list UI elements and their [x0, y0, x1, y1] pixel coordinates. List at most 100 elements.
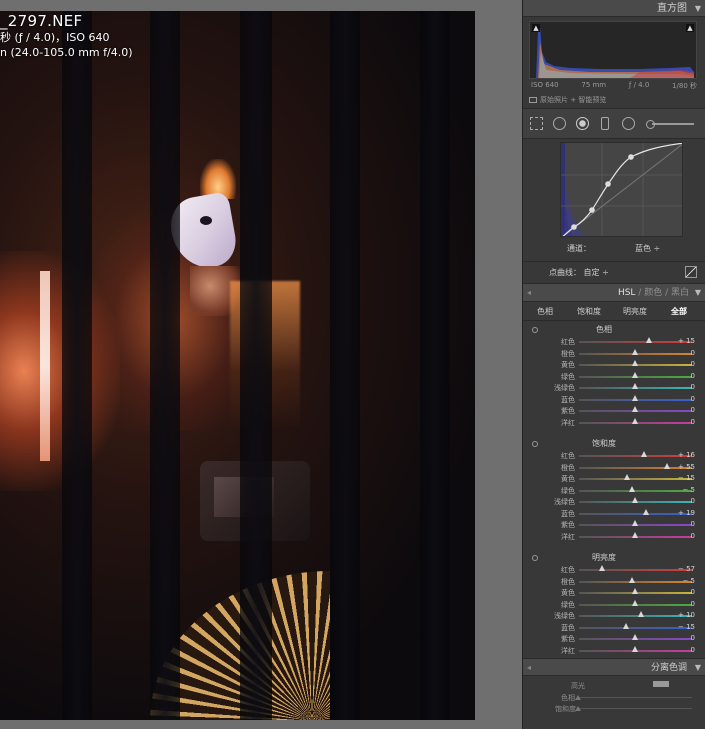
point-curve-dropdown[interactable]: 自定 ÷: [584, 268, 609, 277]
slider-thumb[interactable]: [632, 645, 638, 652]
slider-thumb[interactable]: [599, 565, 606, 571]
slider-value[interactable]: 0: [691, 395, 695, 403]
hsl-mode-bw[interactable]: 黑白: [671, 288, 689, 298]
slider-track[interactable]: [579, 455, 692, 457]
slider-value[interactable]: 0: [691, 360, 695, 368]
luminance-slider-aqua[interactable]: 浅绿色 + 10: [523, 610, 705, 622]
slider-thumb[interactable]: [632, 520, 638, 526]
hue-slider-magenta[interactable]: 洋红 0: [523, 417, 705, 429]
split-toning-header[interactable]: ◂ 分离色调 ▼: [523, 658, 705, 676]
tab-saturation[interactable]: 饱和度: [577, 302, 601, 321]
panel-pin-icon[interactable]: ◂: [527, 284, 531, 302]
hsl-mode-hsl[interactable]: HSL: [618, 288, 636, 298]
slider-value[interactable]: + 10: [678, 611, 695, 619]
slider-value[interactable]: 0: [691, 372, 695, 380]
slider-value[interactable]: − 57: [678, 565, 695, 573]
slider-thumb[interactable]: [632, 406, 638, 412]
slider-value[interactable]: 0: [691, 406, 695, 414]
saturation-slider-aqua[interactable]: 浅绿色 0: [523, 496, 705, 508]
photo-preview[interactable]: _2797.NEF 秒 (ƒ / 4.0)，ISO 640 n (24.0-10…: [0, 11, 475, 720]
slider-thumb[interactable]: [632, 348, 638, 355]
crop-tool-icon[interactable]: [529, 117, 543, 131]
slider-value[interactable]: 0: [691, 646, 695, 654]
slider-track[interactable]: [579, 478, 692, 480]
highlights-color-swatch[interactable]: [653, 681, 669, 687]
slider-track[interactable]: [579, 466, 692, 469]
shadow-clipping-icon[interactable]: ▲: [532, 24, 540, 32]
slider-track[interactable]: [579, 569, 692, 571]
histogram-header[interactable]: 直方图 ▼: [523, 0, 705, 17]
slider-thumb[interactable]: [624, 474, 631, 480]
saturation-slider-red[interactable]: 红色 + 16: [523, 450, 705, 462]
slider-value[interactable]: − 15: [678, 623, 695, 631]
slider-thumb[interactable]: [663, 462, 670, 469]
collapse-triangle-icon[interactable]: ▼: [695, 284, 701, 302]
slider-value[interactable]: + 15: [678, 337, 695, 345]
redeye-tool-icon[interactable]: [575, 117, 589, 131]
slider-thumb[interactable]: [632, 371, 638, 378]
saturation-slider-purple[interactable]: 紫色 0: [523, 519, 705, 531]
highlights-hue-track[interactable]: [579, 697, 692, 698]
hue-slider-aqua[interactable]: 浅绿色 0: [523, 382, 705, 394]
tone-curve-graph[interactable]: [560, 142, 683, 237]
slider-value[interactable]: − 15: [678, 474, 695, 482]
saturation-slider-orange[interactable]: 橙色 + 55: [523, 462, 705, 474]
slider-value[interactable]: − 5: [682, 577, 695, 585]
slider-thumb[interactable]: [622, 622, 629, 629]
saturation-slider-green[interactable]: 绿色 − 5: [523, 485, 705, 497]
slider-track[interactable]: [579, 341, 692, 343]
highlights-saturation-thumb[interactable]: [575, 706, 581, 711]
slider-value[interactable]: 0: [691, 600, 695, 608]
slider-thumb[interactable]: [632, 497, 638, 503]
hue-slider-yellow[interactable]: 黄色 0: [523, 359, 705, 371]
slider-value[interactable]: + 16: [678, 451, 695, 459]
saturation-slider-yellow[interactable]: 黄色 − 15: [523, 473, 705, 485]
slider-value[interactable]: 0: [691, 588, 695, 596]
luminance-slider-magenta[interactable]: 洋红 0: [523, 645, 705, 657]
slider-thumb[interactable]: [643, 508, 650, 515]
highlights-hue-thumb[interactable]: [575, 695, 581, 700]
luminance-slider-purple[interactable]: 紫色 0: [523, 633, 705, 645]
slider-thumb[interactable]: [632, 588, 638, 594]
slider-thumb[interactable]: [637, 611, 644, 617]
hue-slider-blue[interactable]: 蓝色 0: [523, 394, 705, 406]
slider-track[interactable]: [579, 615, 692, 617]
slider-track[interactable]: [579, 580, 692, 583]
hue-slider-purple[interactable]: 紫色 0: [523, 405, 705, 417]
slider-thumb[interactable]: [632, 417, 638, 424]
adjustment-brush-icon[interactable]: [644, 117, 694, 131]
slider-track[interactable]: [579, 512, 692, 515]
hsl-panel-header[interactable]: ◂ HSL / 颜色 / 黑白 ▼: [523, 284, 705, 302]
tab-all[interactable]: 全部: [671, 302, 687, 321]
slider-value[interactable]: 0: [691, 634, 695, 642]
highlight-clipping-icon[interactable]: ▲: [686, 24, 694, 32]
slider-thumb[interactable]: [632, 383, 638, 389]
slider-thumb[interactable]: [632, 634, 638, 640]
slider-thumb[interactable]: [632, 599, 638, 606]
hue-slider-green[interactable]: 绿色 0: [523, 371, 705, 383]
slider-value[interactable]: + 55: [678, 463, 695, 471]
slider-thumb[interactable]: [632, 360, 638, 366]
luminance-slider-green[interactable]: 绿色 0: [523, 599, 705, 611]
slider-value[interactable]: 0: [691, 383, 695, 391]
tab-luminance[interactable]: 明亮度: [623, 302, 647, 321]
slider-thumb[interactable]: [628, 576, 635, 583]
luminance-slider-yellow[interactable]: 黄色 0: [523, 587, 705, 599]
target-adjust-icon[interactable]: [532, 441, 538, 447]
channel-dropdown[interactable]: 蓝色 ÷: [635, 243, 660, 254]
slider-value[interactable]: 0: [691, 532, 695, 540]
slider-thumb[interactable]: [632, 394, 638, 401]
panel-pin-icon[interactable]: ◂: [527, 659, 531, 677]
graduated-filter-icon[interactable]: [598, 117, 612, 131]
radial-filter-icon[interactable]: [621, 117, 635, 131]
luminance-slider-blue[interactable]: 蓝色 − 15: [523, 622, 705, 634]
collapse-triangle-icon[interactable]: ▼: [695, 659, 701, 677]
target-adjust-icon[interactable]: [532, 555, 538, 561]
hue-slider-red[interactable]: 红色 + 15: [523, 336, 705, 348]
hsl-mode-color[interactable]: 颜色: [644, 288, 662, 298]
slider-thumb[interactable]: [632, 531, 638, 538]
slider-thumb[interactable]: [628, 485, 635, 492]
target-adjust-icon[interactable]: [532, 327, 538, 333]
tab-hue[interactable]: 色相: [537, 302, 553, 321]
highlights-saturation-track[interactable]: [579, 708, 692, 709]
